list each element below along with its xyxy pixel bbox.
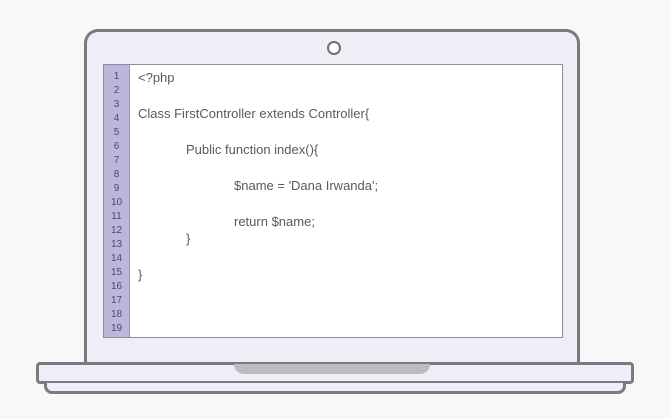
line-number: 9	[113, 183, 120, 194]
code-line-function-declaration: Public function index(){	[186, 142, 319, 157]
code-line-function-close: }	[186, 231, 191, 246]
line-number: 1	[113, 71, 120, 82]
code-line-class-close: }	[138, 267, 143, 282]
code-line-php-open: <?php	[138, 70, 175, 85]
line-number: 12	[110, 225, 123, 236]
line-number: 2	[113, 85, 120, 96]
line-number: 19	[110, 323, 123, 334]
line-number: 15	[110, 267, 123, 278]
code-line-variable-assignment: $name = 'Dana Irwanda';	[234, 178, 379, 193]
line-number: 3	[113, 99, 120, 110]
line-number: 17	[110, 295, 123, 306]
line-number: 11	[111, 211, 122, 222]
line-number: 18	[110, 309, 123, 320]
line-number: 16	[110, 281, 123, 292]
code-area[interactable]: <?php Class FirstController extends Cont…	[130, 65, 562, 337]
line-number: 5	[113, 127, 120, 138]
line-number: 7	[113, 155, 120, 166]
laptop-illustration: 1 2 3 4 5 6 7 8 9 10 11 12 13 14 15 16 1…	[0, 0, 671, 419]
line-number: 13	[110, 239, 123, 250]
code-line-return-statement: return $name;	[234, 214, 315, 229]
line-number: 6	[113, 141, 120, 152]
line-number: 4	[113, 113, 120, 124]
laptop-hinge-notch	[234, 364, 430, 374]
line-number-gutter: 1 2 3 4 5 6 7 8 9 10 11 12 13 14 15 16 1…	[104, 65, 130, 337]
webcam-icon	[327, 41, 341, 55]
code-line-class-declaration: Class FirstController extends Controller…	[138, 106, 370, 121]
laptop-base-foot	[44, 383, 626, 394]
line-number: 10	[110, 197, 123, 208]
code-editor-screen: 1 2 3 4 5 6 7 8 9 10 11 12 13 14 15 16 1…	[103, 64, 563, 338]
line-number: 8	[113, 169, 120, 180]
line-number: 14	[110, 253, 123, 264]
